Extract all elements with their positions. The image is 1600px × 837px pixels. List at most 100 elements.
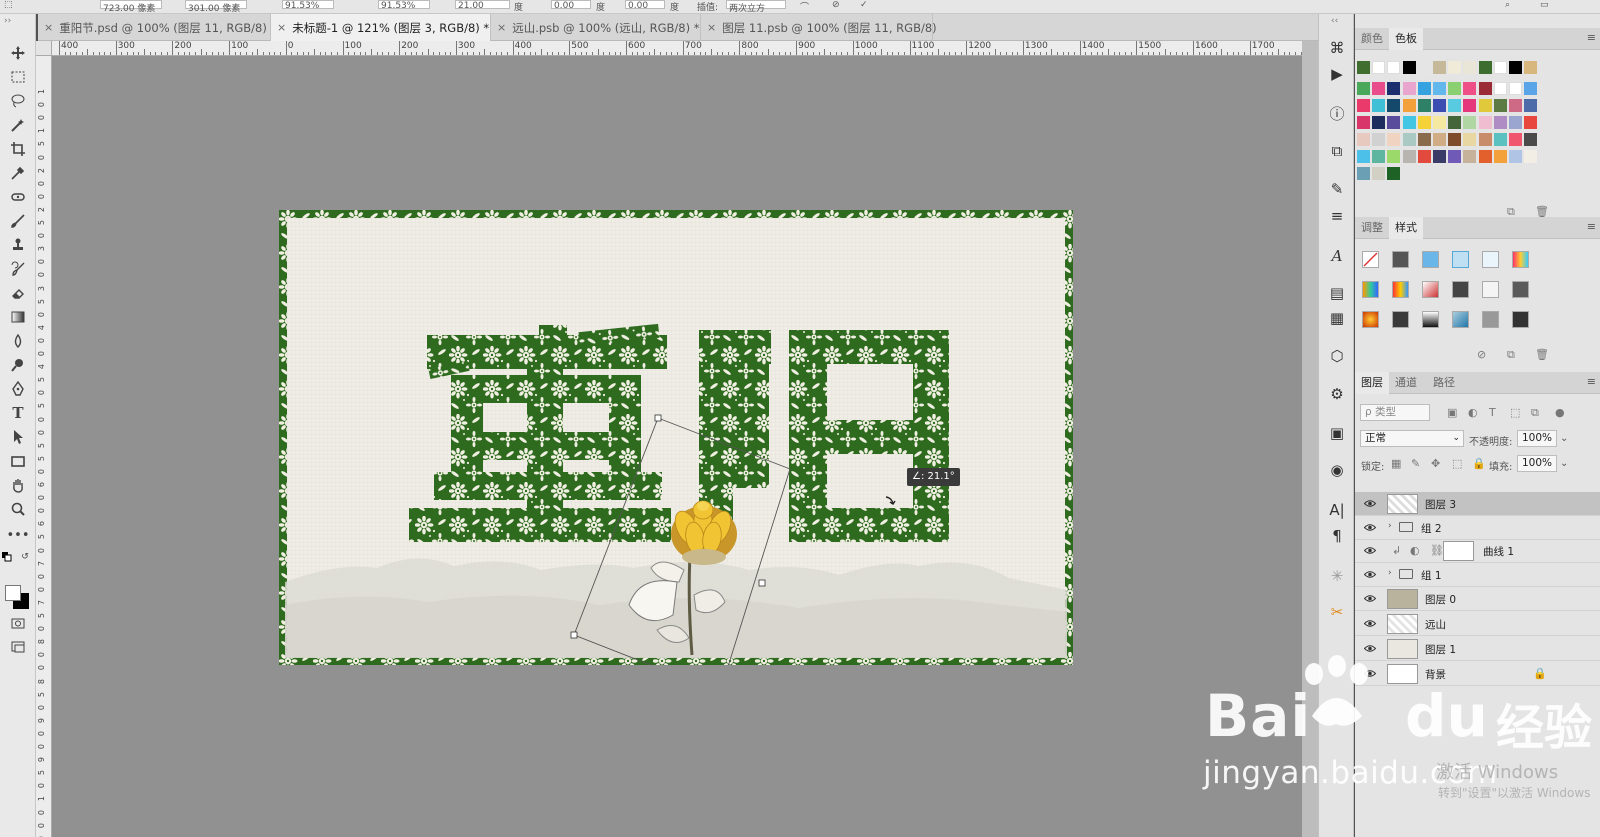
zoom-tool-icon[interactable] (6, 498, 30, 520)
filter-shape-icon[interactable]: ⬚ (1510, 406, 1520, 419)
close-tab-icon[interactable]: × (277, 21, 286, 34)
more-tools-icon[interactable]: ••• (6, 524, 30, 546)
style-swatch[interactable] (1452, 251, 1469, 268)
color-swatch[interactable] (1509, 61, 1522, 74)
color-swatch[interactable] (1463, 150, 1477, 163)
color-swatch[interactable] (1493, 61, 1507, 74)
color-swatch[interactable] (1372, 133, 1386, 146)
color-swatch[interactable] (1448, 82, 1462, 95)
document-tab[interactable]: × 图层 11.psb @ 100% (图层 11, RGB/8) (701, 14, 937, 41)
actions-play-icon[interactable]: ▶ (1325, 62, 1349, 86)
color-swatch[interactable] (1463, 82, 1477, 95)
color-swatch[interactable] (1387, 116, 1401, 129)
color-swatch[interactable] (1357, 61, 1370, 74)
quick-mask-icon[interactable] (6, 612, 30, 634)
layer-row[interactable]: 图层 1 (1355, 637, 1600, 661)
clone-source-icon[interactable]: ⚙ (1325, 382, 1349, 406)
document-canvas[interactable]: ∠: 21.1° (279, 210, 1073, 665)
color-swatch[interactable] (1357, 150, 1370, 163)
crop-tool-icon[interactable] (6, 138, 30, 160)
timeline-icon[interactable]: ◉ (1325, 458, 1349, 482)
workspace-icon[interactable]: ▭ (1540, 0, 1549, 10)
style-swatch[interactable] (1482, 281, 1499, 298)
color-swatch[interactable] (1478, 150, 1492, 163)
rectangle-tool-icon[interactable] (6, 450, 30, 472)
visibility-eye-icon[interactable] (1364, 523, 1376, 532)
color-swatch[interactable] (1402, 116, 1416, 129)
type-tool-icon[interactable]: T (6, 402, 30, 424)
color-swatch[interactable] (1387, 61, 1401, 74)
style-swatch[interactable] (1392, 281, 1409, 298)
y-position-field[interactable]: 301.00 像素 (185, 0, 247, 13)
marquee-tool-icon[interactable] (6, 66, 30, 88)
color-swatch[interactable] (1372, 61, 1386, 74)
v-skew-field[interactable]: 0.00 (625, 0, 665, 11)
brush-tool-icon[interactable] (6, 210, 30, 232)
lasso-tool-icon[interactable] (6, 90, 30, 112)
color-swatch[interactable] (1493, 116, 1507, 129)
lock-position-icon[interactable]: ✥ (1431, 457, 1440, 470)
style-swatch[interactable] (1422, 251, 1439, 268)
color-swatch[interactable] (1417, 150, 1431, 163)
style-swatch[interactable] (1512, 281, 1529, 298)
history-panel-icon[interactable]: ⌘ (1325, 36, 1349, 60)
height-field[interactable]: 91.53% (378, 0, 430, 11)
warp-icon[interactable]: ⌒ (800, 0, 809, 13)
eraser-tool-icon[interactable] (6, 282, 30, 304)
lock-pixels-icon[interactable]: ✎ (1411, 457, 1420, 470)
tab-channels[interactable]: 通道 (1389, 372, 1423, 394)
filter-adjustment-icon[interactable]: ◐ (1468, 406, 1478, 419)
color-swatch[interactable] (1402, 150, 1416, 163)
interpolation-select[interactable]: 两次立方 (726, 0, 786, 13)
color-swatch[interactable] (1357, 133, 1370, 146)
layer-thumbnail[interactable] (1387, 614, 1418, 634)
color-swatch[interactable] (1433, 82, 1446, 95)
h-skew-field[interactable]: 0.00 (551, 0, 591, 11)
filter-toggle-icon[interactable]: ● (1555, 406, 1565, 419)
x-position-field[interactable]: 723.00 像素 (100, 0, 162, 13)
color-swatch[interactable] (1448, 116, 1462, 129)
lock-artboard-icon[interactable]: ⬚ (1452, 457, 1462, 470)
panel-grip-icon[interactable]: ›› (4, 16, 11, 26)
style-swatch[interactable] (1392, 311, 1409, 328)
color-swatch[interactable] (1478, 99, 1492, 112)
blur-tool-icon[interactable] (6, 330, 30, 352)
color-swatch[interactable] (1417, 116, 1431, 129)
foreground-color-swatch[interactable] (5, 585, 21, 601)
color-swatch[interactable] (1372, 150, 1386, 163)
color-swatch[interactable] (1509, 150, 1522, 163)
color-swatch[interactable] (1524, 61, 1538, 74)
screen-mode-icon[interactable] (6, 636, 30, 658)
clone-stamp-icon[interactable] (6, 234, 30, 256)
visibility-eye-icon[interactable] (1364, 499, 1376, 508)
paragraph-panel-icon[interactable]: ¶ (1325, 524, 1349, 548)
path-selection-icon[interactable] (6, 426, 30, 448)
layer-thumbnail[interactable] (1387, 494, 1418, 514)
color-swatch[interactable] (1493, 99, 1507, 112)
lock-transparent-icon[interactable]: ▦ (1391, 457, 1401, 470)
color-swatch[interactable] (1433, 61, 1446, 74)
tab-swatches[interactable]: 色板 (1389, 28, 1423, 50)
color-swatch[interactable] (1509, 116, 1522, 129)
eyedropper-icon[interactable] (6, 162, 30, 184)
tab-adjustments[interactable]: 调整 (1355, 217, 1389, 239)
style-swatch[interactable] (1482, 311, 1499, 328)
color-swatch[interactable] (1387, 167, 1401, 180)
color-swatch[interactable] (1372, 167, 1386, 180)
visibility-eye-icon[interactable] (1364, 619, 1376, 628)
visibility-eye-icon[interactable] (1364, 546, 1376, 555)
clear-style-icon[interactable]: ⊘ (1477, 348, 1486, 361)
color-swatch[interactable] (1524, 133, 1538, 146)
visibility-eye-icon[interactable] (1364, 644, 1376, 653)
document-tab-active[interactable]: × 未标题-1 @ 121% (图层 3, RGB/8) * (271, 14, 491, 41)
chevron-down-icon[interactable]: ⌄ (1560, 433, 1568, 444)
magic-wand-icon[interactable] (6, 114, 30, 136)
color-swatch[interactable] (1448, 99, 1462, 112)
layer-thumbnail[interactable] (1387, 589, 1418, 609)
color-swatch[interactable] (1448, 133, 1462, 146)
character-styles-icon[interactable]: A (1325, 244, 1349, 268)
healing-brush-icon[interactable] (6, 186, 30, 208)
angle-field[interactable]: 21.00 (455, 0, 510, 11)
document-tab[interactable]: × 重阳节.psd @ 100% (图层 11, RGB/8) * (38, 14, 276, 41)
color-swatch[interactable] (1524, 150, 1538, 163)
